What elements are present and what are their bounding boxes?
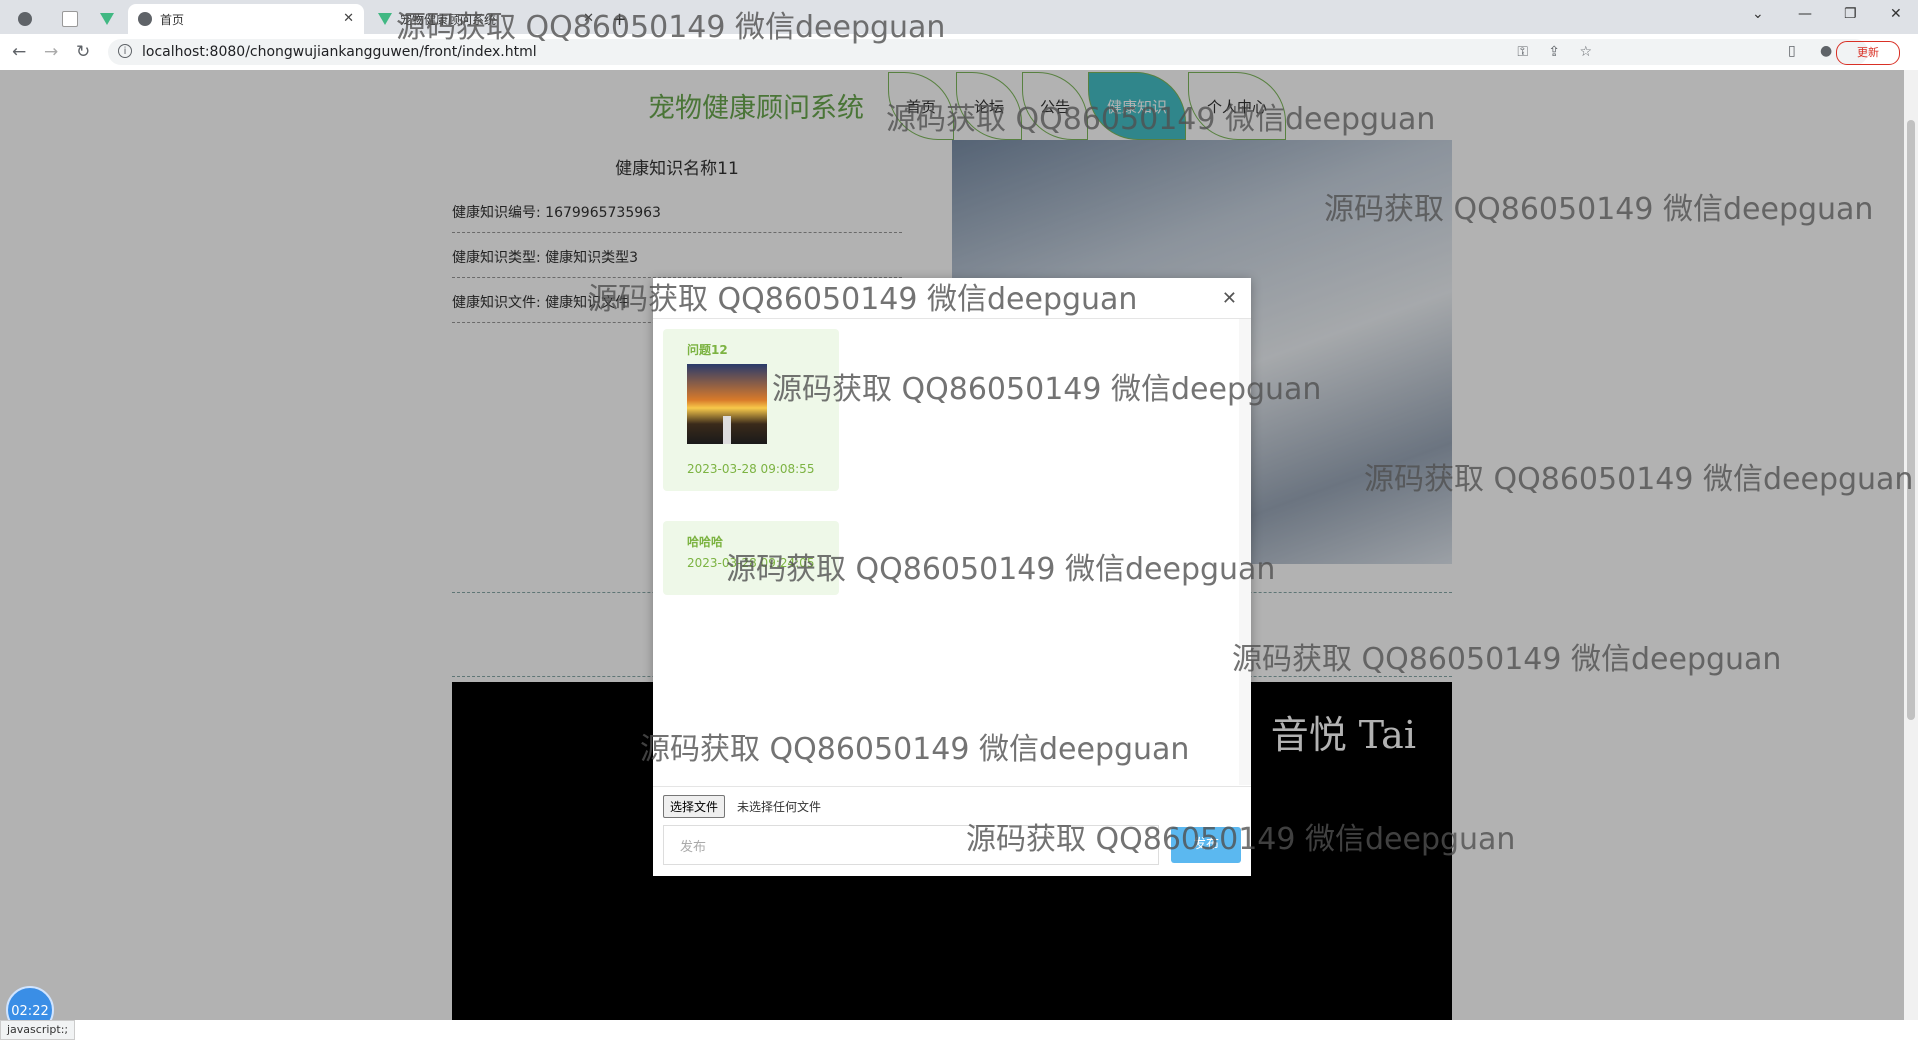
- tab-search-icon[interactable]: ⌄: [1752, 6, 1764, 22]
- choose-file-button[interactable]: 选择文件: [663, 795, 726, 818]
- window-close-icon[interactable]: ✕: [1890, 6, 1902, 22]
- message-list: 问题12 2023-03-28 09:08:55 哈哈哈 2023-03-28 …: [653, 319, 1239, 785]
- status-bar: javascript:;: [0, 1020, 76, 1040]
- side-panel-icon[interactable]: ▯: [1788, 43, 1796, 59]
- message-input[interactable]: 发布: [663, 825, 1159, 865]
- page-icon: [62, 11, 78, 27]
- restore-icon[interactable]: ❐: [1844, 6, 1857, 22]
- message-item: 哈哈哈 2023-03-28 09:24:05: [663, 521, 839, 595]
- globe-icon: [138, 12, 152, 26]
- modal-scrollbar[interactable]: [1239, 319, 1251, 785]
- vue-icon: [378, 13, 392, 25]
- url-field[interactable]: i localhost:8080/chongwujiankangguwen/fr…: [108, 39, 1868, 65]
- update-button[interactable]: 更新: [1836, 41, 1900, 65]
- minimize-icon[interactable]: —: [1798, 6, 1812, 22]
- road-shape: [723, 416, 731, 444]
- comment-modal: ✕ 问题12 2023-03-28 09:08:55 哈哈哈 2023-03-2…: [653, 278, 1251, 876]
- reload-icon[interactable]: ↻: [76, 42, 90, 62]
- message-time: 2023-03-28 09:24:05: [687, 556, 815, 570]
- forward-icon[interactable]: →: [44, 42, 58, 62]
- vue-icon: [100, 13, 114, 25]
- file-status: 未选择任何文件: [737, 800, 822, 814]
- tab-system[interactable]: 宠物健康顾问系统 ✕: [368, 4, 604, 34]
- send-button[interactable]: 发布: [1171, 827, 1241, 863]
- new-tab-button[interactable]: +: [612, 4, 642, 34]
- address-bar: ← → ↻ i localhost:8080/chongwujiankanggu…: [0, 34, 1918, 71]
- message-image[interactable]: [687, 364, 767, 444]
- profile-icon[interactable]: ●: [1820, 43, 1832, 59]
- close-icon[interactable]: ✕: [583, 11, 594, 26]
- tab-label: 首页: [160, 12, 185, 27]
- message-title: 哈哈哈: [687, 535, 724, 549]
- share-icon[interactable]: ⇪: [1548, 44, 1560, 60]
- browser-tab-bar: 首页 ✕ 宠物健康顾问系统 ✕ + ⌄ — ❐ ✕: [0, 0, 1918, 34]
- tab-pinned-1[interactable]: [8, 4, 48, 34]
- message-title: 问题12: [687, 343, 728, 357]
- url-text: localhost:8080/chongwujiankangguwen/fron…: [142, 44, 537, 60]
- site-info-icon[interactable]: i: [118, 44, 132, 58]
- scrollbar-thumb[interactable]: [1907, 120, 1915, 720]
- modal-header: ✕: [653, 278, 1251, 319]
- tab-pinned-3[interactable]: [90, 4, 126, 34]
- close-icon[interactable]: ✕: [343, 11, 354, 26]
- tab-label: 宠物健康顾问系统: [400, 12, 497, 27]
- message-item: 问题12 2023-03-28 09:08:55: [663, 329, 839, 491]
- modal-footer: 选择文件 未选择任何文件 发布 发布: [653, 786, 1251, 877]
- tab-home[interactable]: 首页 ✕: [128, 4, 364, 34]
- message-time: 2023-03-28 09:08:55: [687, 462, 815, 476]
- close-icon[interactable]: ✕: [1222, 288, 1237, 309]
- tab-pinned-2[interactable]: [52, 4, 88, 34]
- page-scrollbar[interactable]: [1904, 70, 1918, 1020]
- globe-icon: [18, 12, 32, 26]
- key-icon[interactable]: ⚿: [1517, 44, 1528, 60]
- bookmark-star-icon[interactable]: ☆: [1579, 44, 1592, 60]
- back-icon[interactable]: ←: [12, 42, 26, 62]
